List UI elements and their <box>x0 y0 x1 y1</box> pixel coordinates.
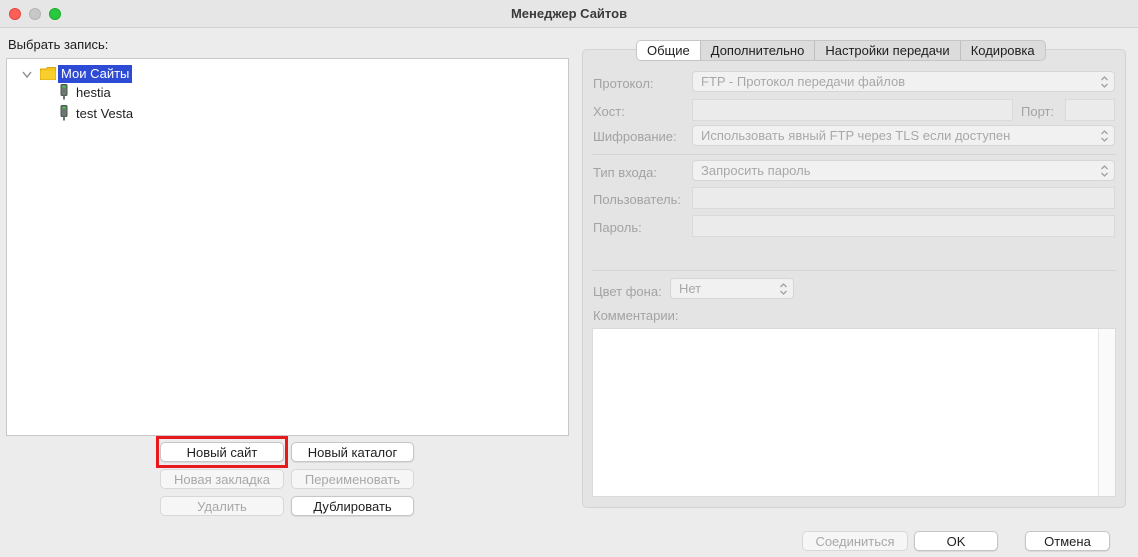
chevron-down-icon[interactable] <box>21 70 33 80</box>
tab-general[interactable]: Общие <box>637 41 701 60</box>
title-bar: Менеджер Сайтов <box>0 0 1138 28</box>
delete-button[interactable]: Удалить <box>160 496 284 516</box>
background-color-select[interactable]: Нет <box>670 278 794 299</box>
comments-label: Комментарии: <box>593 308 679 323</box>
up-down-arrows-icon <box>1101 130 1108 142</box>
tab-advanced[interactable]: Дополнительно <box>701 41 816 60</box>
tree-item-label: test Vesta <box>76 106 134 121</box>
cancel-button[interactable]: Отмена <box>1025 531 1110 551</box>
server-icon <box>60 105 68 121</box>
user-field[interactable] <box>692 187 1115 209</box>
tab-charset[interactable]: Кодировка <box>961 41 1045 60</box>
duplicate-button[interactable]: Дублировать <box>291 496 414 516</box>
new-bookmark-button[interactable]: Новая закладка <box>160 469 284 489</box>
server-icon <box>60 84 68 100</box>
up-down-arrows-icon <box>1101 165 1108 177</box>
select-entry-label: Выбрать запись: <box>8 37 109 52</box>
new-site-button[interactable]: Новый сайт <box>160 442 284 462</box>
logon-type-select[interactable]: Запросить пароль <box>692 160 1115 181</box>
settings-tabs: Общие Дополнительно Настройки передачи К… <box>636 40 1046 61</box>
tab-transfer-settings[interactable]: Настройки передачи <box>815 41 961 60</box>
comments-scrollbar[interactable] <box>1098 329 1115 496</box>
tree-item-label: Мои Сайты <box>58 65 133 83</box>
protocol-select[interactable]: FTP - Протокол передачи файлов <box>692 71 1115 92</box>
comments-textarea[interactable] <box>592 328 1116 497</box>
tree-item-label: hestia <box>76 85 111 100</box>
protocol-value: FTP - Протокол передачи файлов <box>701 74 906 89</box>
port-field[interactable] <box>1065 99 1115 121</box>
separator <box>592 154 1116 155</box>
connect-button[interactable]: Соединиться <box>802 531 908 551</box>
up-down-arrows-icon <box>1101 76 1108 88</box>
new-folder-button[interactable]: Новый каталог <box>291 442 414 462</box>
logon-type-label: Тип входа: <box>593 165 657 180</box>
host-field[interactable] <box>692 99 1013 121</box>
window-title: Менеджер Сайтов <box>510 6 628 21</box>
up-down-arrows-icon <box>780 283 787 295</box>
rename-button[interactable]: Переименовать <box>291 469 414 489</box>
tree-item-test-vesta[interactable]: test Vesta <box>7 104 307 124</box>
background-color-value: Нет <box>679 281 702 296</box>
background-color-label: Цвет фона: <box>593 284 662 299</box>
encryption-label: Шифрование: <box>593 129 677 144</box>
ok-button[interactable]: OK <box>914 531 998 551</box>
protocol-label: Протокол: <box>593 76 654 91</box>
encryption-value: Использовать явный FTP через TLS если до… <box>701 128 1011 143</box>
user-label: Пользователь: <box>593 192 681 207</box>
separator <box>592 270 1116 271</box>
tree-item-hestia[interactable]: hestia <box>7 83 307 103</box>
logon-type-value: Запросить пароль <box>701 163 811 178</box>
encryption-select[interactable]: Использовать явный FTP через TLS если до… <box>692 125 1115 146</box>
password-label: Пароль: <box>593 220 642 235</box>
tree-item-my-sites[interactable]: Мои Сайты <box>7 62 307 83</box>
site-manager-window: Менеджер Сайтов Выбрать запись: Мои Сайт… <box>0 0 1138 557</box>
folder-icon <box>40 67 56 80</box>
port-label: Порт: <box>1021 104 1055 119</box>
host-label: Хост: <box>593 104 625 119</box>
password-field[interactable] <box>692 215 1115 237</box>
site-tree[interactable]: Мои Сайты hestia test Vesta <box>6 58 569 436</box>
